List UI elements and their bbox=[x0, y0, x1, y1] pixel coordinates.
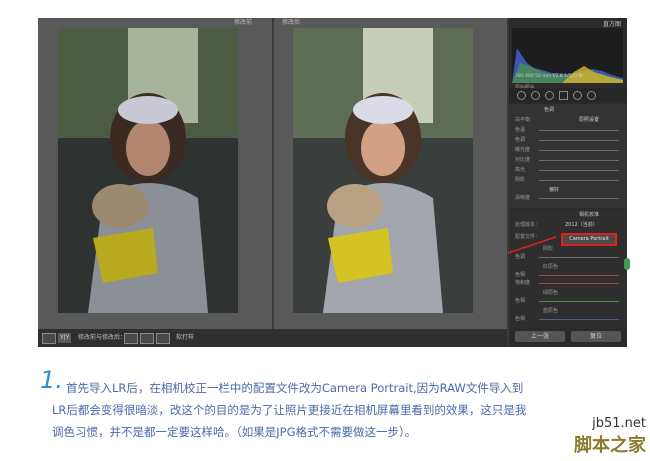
compare-view: 修改前 修改后 bbox=[38, 18, 507, 329]
slider-track[interactable] bbox=[539, 140, 619, 141]
histogram: ISO 400 50 mm f/2.8 1/125 秒 bbox=[512, 28, 623, 83]
loupe-view-icon[interactable] bbox=[42, 333, 56, 344]
adjustment-brush-icon[interactable] bbox=[587, 91, 596, 100]
slider-track[interactable] bbox=[539, 130, 619, 131]
slider-track[interactable] bbox=[539, 180, 619, 181]
slider-track[interactable] bbox=[539, 257, 619, 258]
bottom-toolbar: Y|Y 修改前与修改后： 软打样 bbox=[38, 329, 507, 347]
red-sat-label: 饱和度 bbox=[515, 280, 531, 286]
caption-line-1: 首先导入LR后，在相机校正一栏中的配置文件改为Camera Portrait,因… bbox=[66, 381, 524, 395]
red-primary-label: 红原色 bbox=[543, 264, 559, 270]
wb-value[interactable]: 原照设置 bbox=[579, 116, 599, 124]
lightroom-window: 修改前 修改后 Y|Y 修改前与修改后： 软打样 直方图 ISO 400 50 … bbox=[38, 18, 627, 347]
red-hue-label: 色相 bbox=[515, 272, 526, 278]
before-photo bbox=[58, 28, 238, 313]
basic-row-5: 高光 bbox=[515, 167, 526, 173]
shadows-label: 阴影 bbox=[543, 246, 554, 252]
swap-icon[interactable] bbox=[156, 333, 170, 344]
before-after-label: 修改前与修改后： bbox=[78, 334, 127, 341]
slider-track[interactable] bbox=[539, 170, 619, 171]
redeye-icon[interactable] bbox=[545, 91, 554, 100]
green-hue-label: 色相 bbox=[515, 298, 526, 304]
basic-section-title[interactable]: 色调 bbox=[544, 106, 554, 114]
basic-row-4: 对比度 bbox=[515, 157, 531, 163]
compare-divider[interactable] bbox=[272, 18, 274, 329]
watermark: jb51.net 脚本之家 bbox=[574, 416, 646, 457]
after-photo bbox=[293, 28, 473, 313]
basic-row-0: 白平衡 bbox=[515, 117, 531, 123]
basic-row-2: 色调 bbox=[515, 137, 526, 143]
histogram-readout: ISO 400 50 mm f/2.8 1/125 秒 bbox=[516, 74, 584, 79]
basic-row-6: 阴影 bbox=[515, 177, 526, 183]
tab-after[interactable]: 修改后 bbox=[276, 18, 306, 27]
presence-title[interactable]: 偏好 bbox=[549, 186, 559, 194]
calibration-title[interactable]: 相机校准 bbox=[579, 211, 599, 219]
graduated-filter-icon[interactable] bbox=[559, 91, 568, 100]
step-number: 1. bbox=[40, 366, 63, 394]
soft-proof-checkbox[interactable]: 软打样 bbox=[176, 333, 194, 343]
copy-after-icon[interactable] bbox=[140, 333, 154, 344]
scroll-indicator bbox=[624, 258, 630, 270]
caption-line-2: LR后都会变得很暗淡，改这个的目的是为了让照片更接近在相机屏幕里看到的效果，这只… bbox=[52, 403, 527, 417]
blue-primary-label: 蓝原色 bbox=[543, 308, 559, 314]
slider-track[interactable] bbox=[539, 150, 619, 151]
blue-hue-label: 色相 bbox=[515, 316, 526, 322]
basic-section: 色调 白平衡 原照设置 色温 色调 曝光度 对比度 高光 阴影 偏好 清晰度 bbox=[509, 104, 627, 208]
slider-track[interactable] bbox=[539, 160, 619, 161]
watermark-name: 脚本之家 bbox=[574, 435, 646, 456]
watermark-site: jb51.net bbox=[592, 416, 646, 431]
slider-track[interactable] bbox=[539, 301, 619, 302]
camera-calibration-section: 相机校准 处理版本： 2012（当前） 配置文件： 阴影 色调 红原色 色相 饱… bbox=[509, 210, 627, 328]
slider-track[interactable] bbox=[539, 275, 619, 276]
caption-line-3: 调色习惯，并不是都一定要这样哈。（如果是JPG格式不需要做这一步）。 bbox=[52, 425, 417, 439]
reset-button[interactable]: 复位 bbox=[571, 331, 621, 342]
process-label: 处理版本： bbox=[515, 222, 541, 228]
presence-row-0: 清晰度 bbox=[515, 195, 531, 201]
develop-panel: 直方图 ISO 400 50 mm f/2.8 1/125 秒 原始照片 色调 … bbox=[509, 18, 627, 347]
slider-track[interactable] bbox=[539, 319, 619, 320]
previous-button[interactable]: 上一张 bbox=[515, 331, 565, 342]
crop-icon[interactable] bbox=[517, 91, 526, 100]
green-primary-label: 绿原色 bbox=[543, 290, 559, 296]
tab-before[interactable]: 修改前 bbox=[228, 18, 258, 27]
slider-track[interactable] bbox=[539, 283, 619, 284]
basic-row-3: 曝光度 bbox=[515, 147, 531, 153]
before-after-mode-button[interactable]: Y|Y bbox=[58, 333, 72, 343]
process-value[interactable]: 2012（当前） bbox=[565, 221, 598, 229]
histogram-title[interactable]: 直方图 bbox=[603, 19, 621, 28]
basic-row-1: 色温 bbox=[515, 127, 526, 133]
tool-strip bbox=[509, 88, 627, 102]
slider-track[interactable] bbox=[539, 198, 619, 199]
shadows-row: 色调 bbox=[515, 254, 526, 260]
profile-label: 配置文件： bbox=[515, 234, 541, 240]
spot-removal-icon[interactable] bbox=[531, 91, 540, 100]
copy-before-icon[interactable] bbox=[124, 333, 138, 344]
profile-dropdown[interactable]: Camera Portrait bbox=[561, 233, 617, 246]
radial-filter-icon[interactable] bbox=[573, 91, 582, 100]
